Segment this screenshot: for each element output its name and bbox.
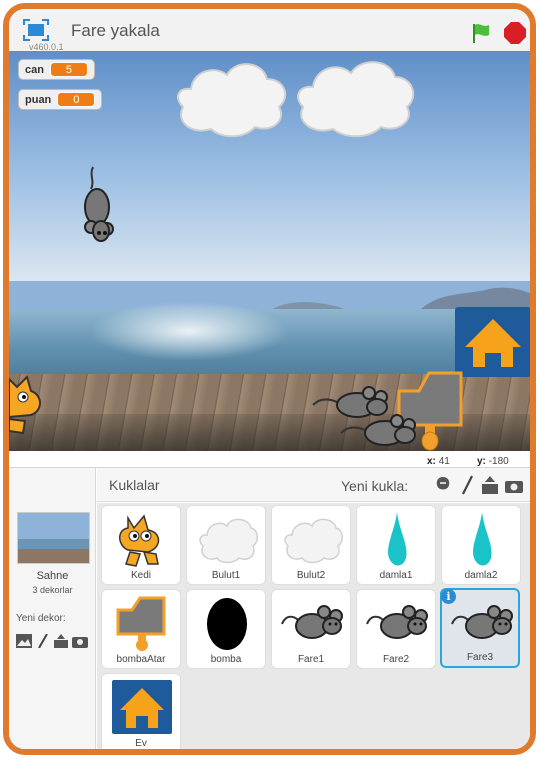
stage-thumbnail-image	[18, 513, 89, 563]
coord-x-value: 41	[438, 456, 450, 467]
stage[interactable]: can 5 puan 0	[9, 51, 530, 451]
sprite-tile-fare2[interactable]: Fare2	[356, 589, 436, 669]
mouse-thumbnail-icon	[451, 605, 513, 639]
scratch-editor: Fare yakala v460.0.1 can 5 puan 0 x: 41 …	[3, 3, 536, 755]
drop-thumbnail-icon	[473, 512, 492, 566]
sprite-tile-fare3[interactable]: i Fare3	[440, 588, 520, 668]
sun-glare	[89, 301, 289, 361]
sprite-tile-label: Fare2	[382, 654, 410, 665]
sprite-tile-kedi[interactable]: Kedi	[101, 505, 181, 585]
upload-backdrop-icon[interactable]	[53, 634, 69, 648]
sprite-tile-label: damla1	[379, 570, 413, 581]
stop-sign-icon[interactable]	[503, 21, 527, 45]
sprites-title: Kuklalar	[109, 477, 160, 493]
sprite-tile-label: Kedi	[130, 570, 151, 581]
monitor-can-name: can	[25, 63, 44, 76]
sprite-tile-bulut1[interactable]: Bulut1	[186, 505, 266, 585]
cloud-sprite-bulut1[interactable]	[171, 57, 293, 139]
sprite-tile-label: damla2	[464, 570, 498, 581]
stage-name: Sahne	[36, 570, 69, 582]
mouse-thumbnail-icon	[366, 605, 428, 639]
monitor-puan[interactable]: puan 0	[18, 89, 103, 110]
sprite-tile-bulut2[interactable]: Bulut2	[271, 505, 351, 585]
cloud-thumbnail-icon	[284, 518, 343, 564]
camera-backdrop-icon[interactable]	[72, 634, 88, 648]
backdrop-library-icon[interactable]	[16, 634, 32, 648]
cat-sprite-kedi[interactable]	[9, 375, 49, 437]
paint-backdrop-icon[interactable]	[35, 634, 51, 648]
cat-thumbnail-icon	[119, 514, 160, 567]
bomb-thumbnail-icon	[207, 598, 247, 650]
new-backdrop-label: Yeni dekor:	[16, 613, 66, 624]
stage-thumbnail[interactable]	[17, 512, 90, 564]
drop-thumbnail-icon	[388, 512, 407, 566]
coord-y: y: -180	[477, 456, 509, 467]
paint-sprite-icon[interactable]	[458, 475, 476, 495]
mouse-sprite-deck-2[interactable]	[339, 411, 419, 451]
title-bar: Fare yakala v460.0.1	[9, 9, 530, 57]
backdrop-count: 3 dekorlar	[32, 585, 73, 595]
project-title[interactable]: Fare yakala	[71, 21, 160, 41]
sprite-tile-bomba[interactable]: bomba	[186, 589, 266, 669]
bomb-launcher-thumbnail-icon	[116, 596, 166, 651]
monitor-puan-name: puan	[25, 93, 52, 106]
sprite-tile-damla1[interactable]: damla1	[356, 505, 436, 585]
cloud-sprite-bulut2[interactable]	[291, 55, 421, 139]
coord-y-label: y:	[477, 456, 486, 467]
new-sprite-label: Yeni kukla:	[341, 478, 409, 494]
sprite-library-icon[interactable]	[434, 475, 452, 495]
mouse-thumbnail-icon	[281, 605, 343, 639]
green-flag-icon[interactable]	[469, 21, 493, 45]
monitor-puan-value: 0	[57, 92, 96, 107]
sprite-tile-label: Fare1	[297, 654, 325, 665]
sprite-tile-ev[interactable]: Ev	[101, 673, 181, 749]
sprite-pane: Sahne 3 dekorlar Yeni dekor: Kuklalar Ye…	[9, 467, 530, 749]
camera-sprite-icon[interactable]	[505, 475, 523, 495]
sprite-tile-label: Bulut1	[211, 570, 241, 581]
mouse-sprite-falling[interactable]	[75, 163, 125, 243]
monitor-can[interactable]: can 5	[18, 59, 95, 80]
sprites-header: Kuklalar Yeni kukla:	[97, 468, 530, 502]
fullscreen-icon[interactable]	[23, 19, 49, 41]
coord-x: x: 41	[427, 456, 450, 467]
sprite-tile-label: Bulut2	[296, 570, 326, 581]
upload-sprite-icon[interactable]	[481, 475, 499, 495]
sprite-grid: Kedi Bulut1 Bulut2 damla1 damla2 bombaAt…	[97, 503, 530, 749]
sprite-tile-label: bomba	[210, 654, 242, 665]
coord-y-value: -180	[488, 456, 509, 467]
stage-column: Sahne 3 dekorlar Yeni dekor:	[9, 468, 96, 749]
sprite-tile-label: Fare3	[466, 652, 494, 663]
house-sprite-ev[interactable]	[455, 307, 530, 377]
sprite-tile-label: bombaAtar	[116, 654, 166, 665]
monitor-can-value: 5	[49, 62, 88, 77]
sprite-tile-damla2[interactable]: damla2	[441, 505, 521, 585]
sprite-tile-bombaatar[interactable]: bombaAtar	[101, 589, 181, 669]
sprite-tile-fare1[interactable]: Fare1	[271, 589, 351, 669]
cloud-thumbnail-icon	[199, 518, 258, 564]
coord-x-label: x:	[427, 456, 436, 467]
house-thumbnail-icon	[112, 680, 172, 734]
sprite-tile-label: Ev	[135, 738, 147, 749]
